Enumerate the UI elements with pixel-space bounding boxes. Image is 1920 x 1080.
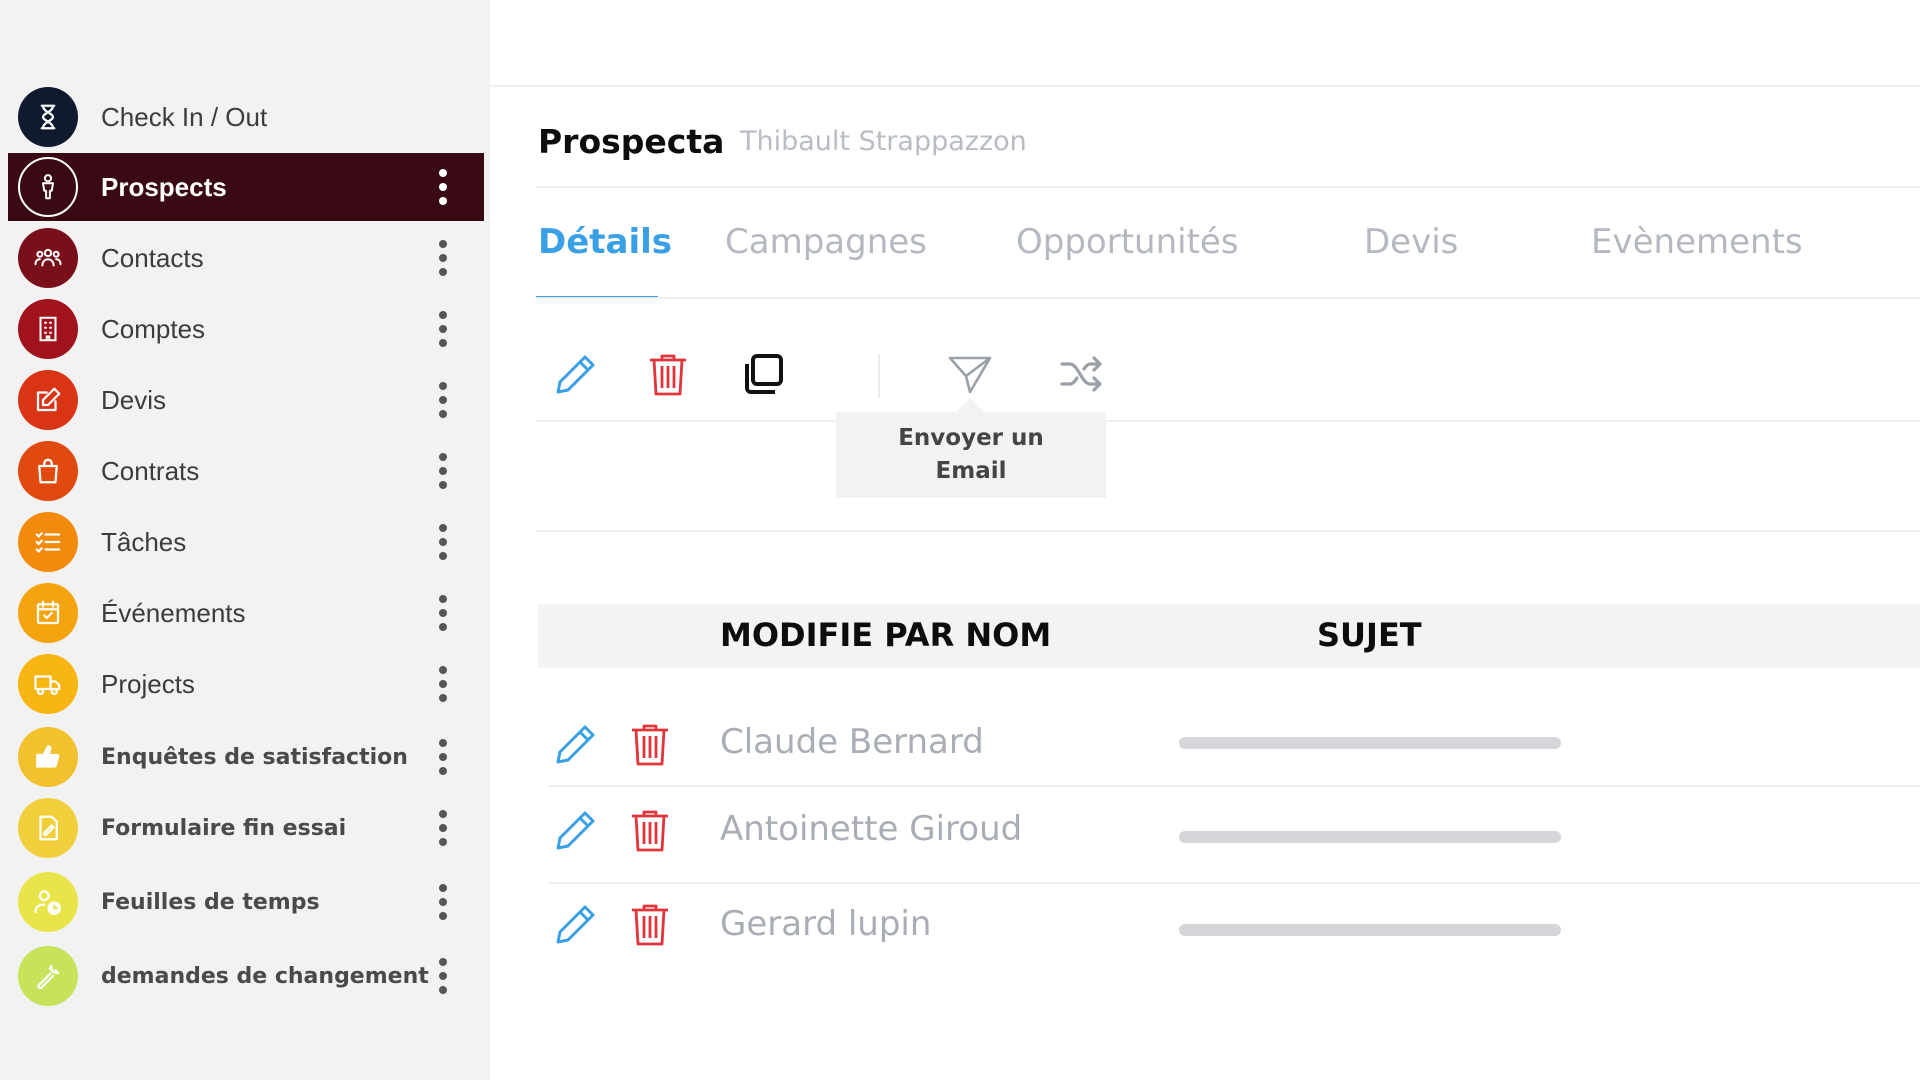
more-menu-icon[interactable]	[431, 163, 455, 211]
divider	[536, 420, 1920, 422]
sidebar-item-label: Check In / Out	[101, 101, 268, 132]
sidebar-item-feuilles-de-temps[interactable]: Feuilles de temps	[8, 868, 484, 936]
send-icon[interactable]	[942, 346, 998, 402]
tab-devis[interactable]: Devis	[1364, 222, 1458, 262]
divider	[490, 85, 1920, 87]
pencil-icon[interactable]	[550, 718, 602, 770]
shuffle-icon[interactable]	[1054, 346, 1110, 402]
send-email-tooltip: Envoyer un Email	[836, 412, 1106, 498]
column-header-modifie-par-nom[interactable]: MODIFIE PAR NOM	[720, 616, 1051, 654]
copy-icon[interactable]	[735, 346, 791, 402]
hourglass-icon	[18, 87, 78, 147]
more-menu-icon[interactable]	[431, 234, 455, 282]
sidebar-item-check-in-out[interactable]: Check In / Out	[8, 83, 484, 151]
more-menu-icon[interactable]	[431, 447, 455, 495]
row-name: Gerard lupin	[720, 904, 932, 944]
sidebar-item-label: Tâches	[101, 526, 187, 557]
group-icon	[18, 228, 78, 288]
more-menu-icon[interactable]	[431, 952, 455, 1000]
page-subtitle: Thibault Strappazzon	[740, 126, 1027, 157]
sidebar-item-label: Comptes	[101, 313, 206, 344]
sidebar-item-label: Feuilles de temps	[101, 889, 320, 915]
more-menu-icon[interactable]	[431, 733, 455, 781]
more-menu-icon[interactable]	[431, 518, 455, 566]
sidebar-item-devis[interactable]: Devis	[8, 366, 484, 434]
more-menu-icon[interactable]	[431, 305, 455, 353]
page-title: Prospecta	[538, 122, 725, 161]
building-icon	[18, 299, 78, 359]
wrench-icon	[18, 946, 78, 1006]
trash-icon[interactable]	[624, 718, 676, 770]
sidebar-item-label: Contacts	[101, 242, 204, 273]
sidebar-item-contrats[interactable]: Contrats	[8, 437, 484, 505]
more-menu-icon[interactable]	[431, 589, 455, 637]
sidebar-item-comptes[interactable]: Comptes	[8, 295, 484, 363]
trash-icon[interactable]	[624, 898, 676, 950]
tooltip-arrow	[956, 398, 984, 412]
document-icon	[18, 798, 78, 858]
checklist-icon	[18, 512, 78, 572]
tab-details[interactable]: Détails	[538, 222, 672, 262]
row-divider	[548, 785, 1920, 787]
pencil-icon[interactable]	[550, 898, 602, 950]
sidebar-item-enquetes[interactable]: Enquêtes de satisfaction	[8, 723, 484, 791]
pencil-icon[interactable]	[548, 346, 604, 402]
sidebar-item-label: demandes de changement	[101, 963, 429, 989]
thumbs-up-icon	[18, 727, 78, 787]
subject-placeholder-bar	[1179, 831, 1561, 843]
divider	[536, 530, 1920, 532]
sidebar-item-evenements[interactable]: Événements	[8, 579, 484, 647]
sidebar-item-label: Événements	[101, 597, 246, 628]
bag-icon	[18, 441, 78, 501]
trash-icon[interactable]	[624, 804, 676, 856]
toolbar-separator	[878, 354, 880, 398]
subject-placeholder-bar	[1179, 924, 1561, 936]
sidebar-item-label: Projects	[101, 668, 195, 699]
sidebar-item-contacts[interactable]: Contacts	[8, 224, 484, 292]
sidebar-item-label: Enquêtes de satisfaction	[101, 744, 408, 770]
user-clock-icon	[18, 872, 78, 932]
tab-evenements[interactable]: Evènements	[1591, 222, 1803, 262]
sidebar-item-label: Prospects	[101, 171, 227, 202]
pencil-icon[interactable]	[550, 804, 602, 856]
tab-campagnes[interactable]: Campagnes	[725, 222, 927, 262]
sidebar-item-label: Formulaire fin essai	[101, 815, 347, 841]
person-icon	[18, 157, 78, 217]
sidebar-item-formulaire[interactable]: Formulaire fin essai	[8, 794, 484, 862]
tab-opportunites[interactable]: Opportunités	[1016, 222, 1239, 262]
truck-icon	[18, 654, 78, 714]
tooltip-text: Envoyer un Email	[898, 425, 1044, 484]
divider	[536, 186, 1920, 188]
column-header-sujet[interactable]: SUJET	[1317, 616, 1422, 654]
row-divider	[548, 882, 1920, 884]
calendar-icon	[18, 583, 78, 643]
more-menu-icon[interactable]	[431, 376, 455, 424]
sidebar-item-label: Devis	[101, 384, 167, 415]
more-menu-icon[interactable]	[431, 804, 455, 852]
sidebar: Check In / Out Prospects Contacts Compte…	[0, 0, 490, 1080]
more-menu-icon[interactable]	[431, 878, 455, 926]
edit-icon	[18, 370, 78, 430]
trash-icon[interactable]	[640, 346, 696, 402]
subject-placeholder-bar	[1179, 737, 1561, 749]
sidebar-item-taches[interactable]: Tâches	[8, 508, 484, 576]
row-name: Claude Bernard	[720, 722, 984, 762]
row-name: Antoinette Giroud	[720, 809, 1023, 849]
sidebar-item-label: Contrats	[101, 455, 200, 486]
sidebar-item-demandes-de-changement[interactable]: demandes de changement	[8, 942, 484, 1010]
divider	[536, 297, 1920, 299]
sidebar-item-prospects[interactable]: Prospects	[8, 153, 484, 221]
sidebar-item-projects[interactable]: Projects	[8, 650, 484, 718]
more-menu-icon[interactable]	[431, 660, 455, 708]
